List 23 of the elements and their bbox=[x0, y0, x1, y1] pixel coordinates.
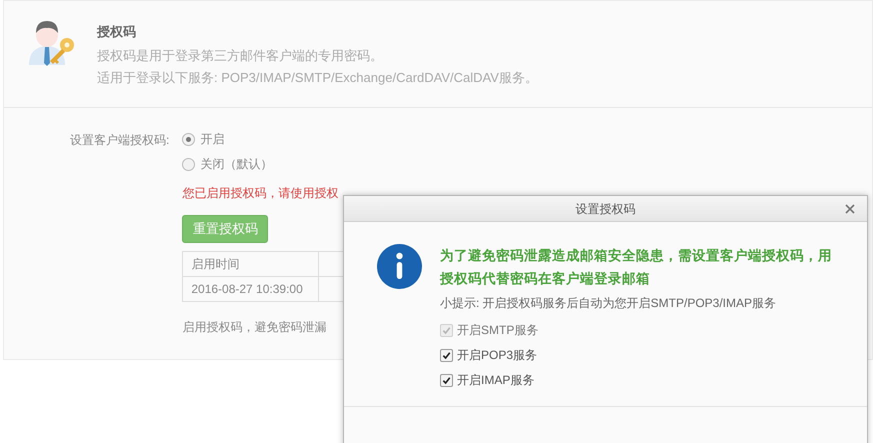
checkbox-label: 开启SMTP服务 bbox=[457, 322, 538, 339]
dialog-message: 为了避免密码泄露造成邮箱安全隐患，需设置客户端授权码，用授权码代替密码在客户端登录邮箱 bbox=[440, 247, 833, 288]
info-icon bbox=[377, 244, 422, 289]
description-text: 授权码是用于登录第三方邮件客户端的专用密码。 bbox=[97, 48, 384, 64]
table-cell: 2016-08-27 10:39:00 bbox=[182, 276, 319, 302]
checkbox-label: 开启POP3服务 bbox=[457, 347, 538, 364]
section-title: 授权码 bbox=[97, 23, 137, 41]
dialog-title: 设置授权码 bbox=[576, 200, 636, 218]
footer-note: 启用授权码，避免密码泄漏 bbox=[182, 319, 328, 336]
reset-button[interactable]: 重置授权码 bbox=[182, 215, 268, 243]
close-icon[interactable] bbox=[845, 204, 855, 214]
radio-label: 关闭（默认） bbox=[200, 156, 272, 173]
table-header: 启用时间 bbox=[182, 252, 319, 276]
tip-text: 小提示: 开启授权码服务后自动为您开启SMTP/POP3/IMAP服务 bbox=[440, 295, 778, 312]
status-notice: 您已启用授权码，请使用授权 bbox=[182, 185, 340, 202]
checkbox[interactable] bbox=[440, 374, 453, 386]
checkbox[interactable] bbox=[440, 348, 453, 362]
radio-button[interactable] bbox=[182, 158, 196, 170]
radio-label: 开启 bbox=[200, 131, 224, 148]
description-text: 适用于登录以下服务: POP3/IMAP/SMTP/Exchange/CardDAV/CalDAV服务。 bbox=[97, 70, 538, 86]
radio-button[interactable] bbox=[182, 132, 196, 146]
setting-label: 设置客户端授权码: bbox=[70, 132, 170, 149]
checkbox-label: 开启IMAP服务 bbox=[457, 372, 534, 389]
